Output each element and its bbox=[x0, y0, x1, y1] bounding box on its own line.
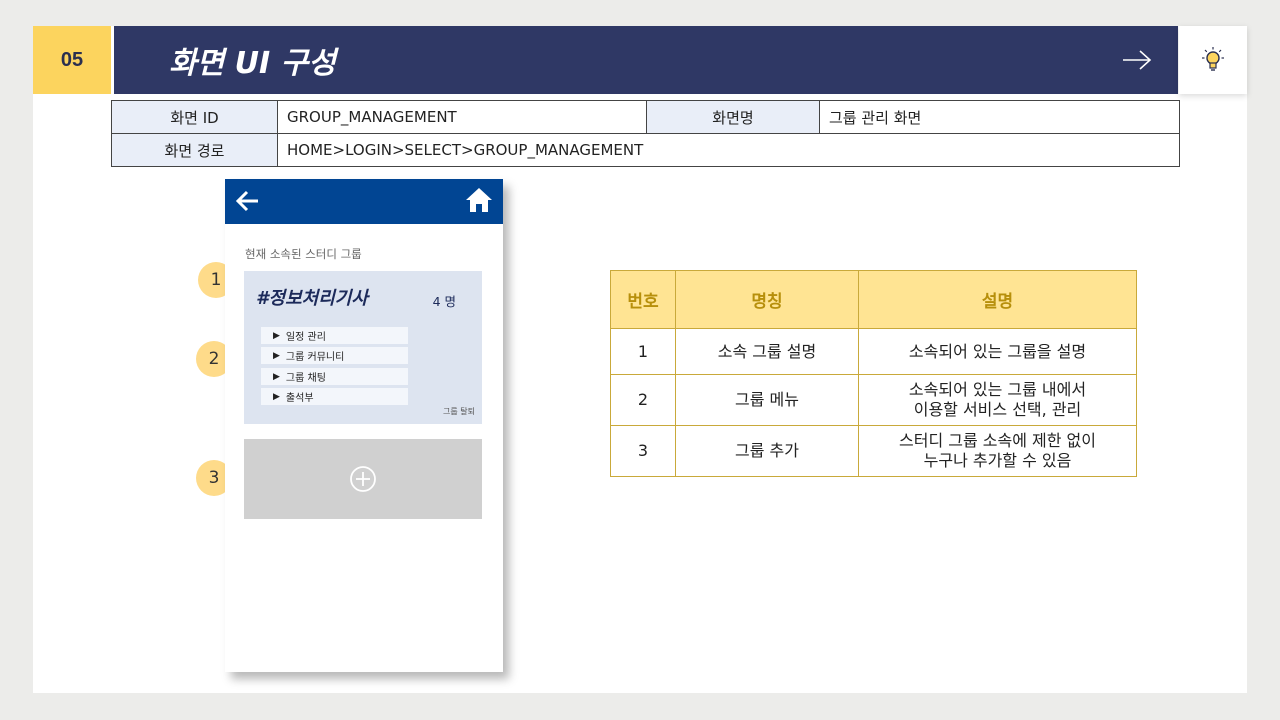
menu-item-attendance[interactable]: ▶ 출석부 bbox=[261, 388, 408, 405]
slide: 05 화면 UI 구성 화면 ID GROUP_MANAGEMENT 화면명 그… bbox=[33, 26, 1247, 693]
menu-item-label: 출석부 bbox=[285, 393, 314, 404]
description-line: 이용할 서비스 선택, 관리 bbox=[913, 400, 1082, 419]
screen-id-value: GROUP_MANAGEMENT bbox=[277, 100, 647, 134]
triangle-right-icon: ▶ bbox=[273, 391, 280, 402]
screen-name-label: 화면명 bbox=[646, 100, 820, 134]
lightbulb-box bbox=[1179, 26, 1247, 94]
member-count: 4 명 bbox=[432, 294, 456, 309]
screen-info-table: 화면 ID GROUP_MANAGEMENT 화면명 그룹 관리 화면 화면 경… bbox=[111, 100, 1180, 167]
section-number: 05 bbox=[33, 26, 111, 94]
header-name: 명칭 bbox=[675, 270, 859, 329]
header-number: 번호 bbox=[610, 270, 676, 329]
description-line: 소속되어 있는 그룹 내에서 bbox=[908, 380, 1087, 399]
add-group-button[interactable] bbox=[244, 439, 482, 519]
app-bar bbox=[225, 179, 503, 224]
description-line: 누구나 추가할 수 있음 bbox=[923, 451, 1072, 470]
screen-id-label: 화면 ID bbox=[111, 100, 278, 134]
row-number: 1 bbox=[610, 328, 676, 375]
section-number-text: 05 bbox=[60, 48, 84, 71]
triangle-right-icon: ▶ bbox=[273, 350, 280, 361]
current-group-label: 현재 소속된 스터디 그룹 bbox=[245, 247, 362, 261]
menu-item-label: 그룹 커뮤니티 bbox=[285, 352, 345, 363]
row-name: 그룹 메뉴 bbox=[675, 374, 859, 426]
row-number: 3 bbox=[610, 425, 676, 477]
title-bar: 화면 UI 구성 bbox=[114, 26, 1178, 94]
menu-item-label: 그룹 채팅 bbox=[285, 373, 326, 384]
header-description: 설명 bbox=[858, 270, 1137, 329]
screen-name-value: 그룹 관리 화면 bbox=[819, 100, 1180, 134]
back-arrow-icon[interactable] bbox=[235, 189, 261, 213]
triangle-right-icon: ▶ bbox=[273, 371, 280, 382]
home-icon[interactable] bbox=[465, 187, 493, 213]
screen-path-label: 화면 경로 bbox=[111, 133, 278, 167]
row-number: 2 bbox=[610, 374, 676, 426]
page-title: 화면 UI 구성 bbox=[169, 46, 336, 81]
description-line: 스터디 그룹 소속에 제한 없이 bbox=[899, 431, 1096, 450]
group-card[interactable]: #정보처리기사 4 명 ▶ 일정 관리 ▶ 그룹 커뮤니티 ▶ 그룹 채팅 ▶ … bbox=[244, 271, 482, 424]
table-row: 2 그룹 메뉴 소속되어 있는 그룹 내에서 이용할 서비스 선택, 관리 bbox=[610, 374, 1137, 426]
screen-path-value: HOME>LOGIN>SELECT>GROUP_MANAGEMENT bbox=[277, 133, 1180, 167]
row-name: 소속 그룹 설명 bbox=[675, 328, 859, 375]
group-name: #정보처리기사 bbox=[256, 288, 368, 309]
plus-circle-icon bbox=[350, 466, 376, 492]
description-table: 번호 명칭 설명 1 소속 그룹 설명 소속되어 있는 그룹을 설명 2 그룹 … bbox=[610, 270, 1137, 477]
menu-item-community[interactable]: ▶ 그룹 커뮤니티 bbox=[261, 347, 408, 364]
row-description: 스터디 그룹 소속에 제한 없이 누구나 추가할 수 있음 bbox=[858, 425, 1137, 477]
row-description: 소속되어 있는 그룹을 설명 bbox=[858, 328, 1137, 375]
lightbulb-icon bbox=[1202, 47, 1224, 71]
menu-item-schedule[interactable]: ▶ 일정 관리 bbox=[261, 327, 408, 344]
phone-mockup: 현재 소속된 스터디 그룹 #정보처리기사 4 명 ▶ 일정 관리 ▶ 그룹 커… bbox=[225, 179, 503, 672]
leave-group-link[interactable]: 그룹 탈퇴 bbox=[443, 406, 475, 417]
description-line: 소속되어 있는 그룹을 설명 bbox=[908, 341, 1087, 361]
triangle-right-icon: ▶ bbox=[273, 330, 280, 341]
arrow-right-icon[interactable] bbox=[1122, 49, 1152, 71]
menu-item-chat[interactable]: ▶ 그룹 채팅 bbox=[261, 368, 408, 385]
row-description: 소속되어 있는 그룹 내에서 이용할 서비스 선택, 관리 bbox=[858, 374, 1137, 426]
row-name: 그룹 추가 bbox=[675, 425, 859, 477]
menu-item-label: 일정 관리 bbox=[285, 332, 326, 343]
table-row: 3 그룹 추가 스터디 그룹 소속에 제한 없이 누구나 추가할 수 있음 bbox=[610, 425, 1137, 477]
table-row: 1 소속 그룹 설명 소속되어 있는 그룹을 설명 bbox=[610, 328, 1137, 375]
